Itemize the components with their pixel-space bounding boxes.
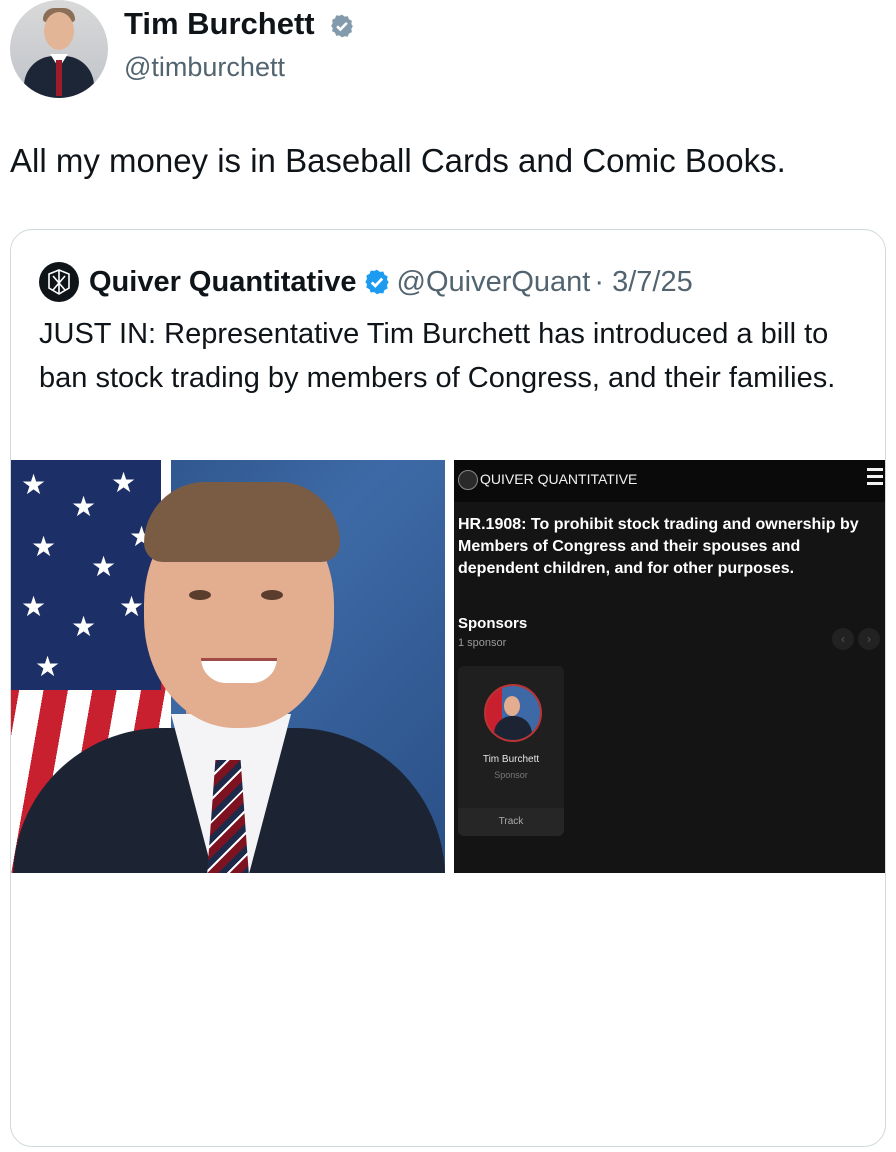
bill-brand: QUIVER QUANTITATIVE bbox=[480, 471, 638, 487]
sponsors-label: Sponsors bbox=[458, 615, 528, 632]
sponsors-count: 1 sponsor bbox=[458, 637, 507, 649]
quote-date[interactable]: · 3/7/25 bbox=[594, 266, 692, 299]
tweet-text: All my money is in Baseball Cards and Co… bbox=[10, 142, 786, 179]
quote-header: Quiver Quantitative @QuiverQuant · 3/7/2… bbox=[39, 262, 693, 302]
bill-title: HR.1908: To prohibit stock trading and o… bbox=[458, 516, 859, 577]
quote-text: JUST IN: Representative Tim Burchett has… bbox=[39, 318, 836, 394]
portrait-photo[interactable]: ★ ★ ★ ★ ★ ★ ★ ★ ★ ★ bbox=[11, 460, 445, 873]
quote-author-name[interactable]: Quiver Quantitative bbox=[89, 266, 357, 299]
author-handle[interactable]: @timburchett bbox=[124, 52, 285, 83]
quoted-tweet[interactable]: Quiver Quantitative @QuiverQuant · 3/7/2… bbox=[10, 229, 886, 1147]
author-name[interactable]: Tim Burchett bbox=[124, 6, 315, 41]
verified-gray-icon bbox=[331, 14, 354, 38]
chevron-left-icon: ‹ bbox=[832, 628, 854, 650]
bill-screenshot[interactable]: QUIVER QUANTITATIVE HR.1908: To prohibit… bbox=[454, 460, 885, 873]
author-name-row[interactable]: Tim Burchett bbox=[124, 6, 355, 42]
quiver-logo-icon bbox=[39, 262, 79, 302]
bill-topbar: QUIVER QUANTITATIVE bbox=[454, 460, 885, 502]
tweet-header: Tim Burchett @timburchett bbox=[0, 0, 896, 110]
quote-author-handle[interactable]: @QuiverQuant bbox=[397, 266, 591, 299]
sponsor-card: Tim Burchett Sponsor Track bbox=[458, 666, 564, 836]
quiver-small-logo-icon bbox=[458, 470, 478, 490]
verified-blue-icon bbox=[364, 269, 389, 295]
sponsor-avatar bbox=[484, 684, 542, 742]
sponsor-name: Tim Burchett bbox=[482, 754, 540, 765]
author-avatar[interactable] bbox=[10, 0, 108, 98]
sponsor-role: Sponsor bbox=[494, 770, 528, 780]
chevron-right-icon: › bbox=[858, 628, 880, 650]
track-button: Track bbox=[458, 808, 564, 836]
hamburger-menu-icon bbox=[867, 468, 883, 488]
